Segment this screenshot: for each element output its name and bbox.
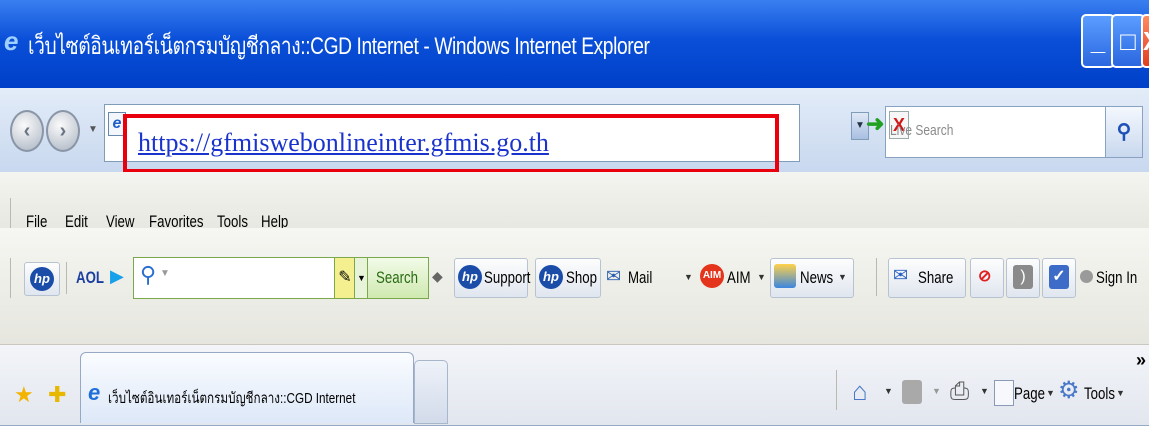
highlight-icon[interactable]: ✎	[334, 257, 356, 299]
checkmark-icon: ✓	[1049, 265, 1069, 289]
history-dropdown-icon[interactable]: ▼	[88, 124, 98, 135]
home-icon[interactable]: ⌂	[852, 376, 868, 407]
ie-tab-icon: e	[88, 380, 101, 405]
window-title: เว็บไซต์อินเทอร์เน็ตกรมบัญชีกลาง::CGD In…	[28, 33, 650, 60]
content-area	[0, 425, 1149, 446]
feeds-dropdown-icon[interactable]: ▼	[932, 386, 941, 396]
toolbar-grip	[10, 258, 11, 298]
news-icon	[774, 264, 796, 288]
separator	[876, 258, 877, 296]
forward-icon: ›	[59, 120, 67, 142]
new-tab-button[interactable]	[414, 360, 448, 424]
block-icon: ⊘	[978, 268, 992, 285]
back-icon: ‹	[23, 120, 31, 142]
hp-support-icon: hp	[458, 265, 482, 289]
hp-shop-icon: hp	[539, 265, 563, 289]
feeds-button[interactable]: )	[1006, 258, 1040, 298]
home-dropdown-icon[interactable]: ▼	[884, 386, 893, 396]
print-icon[interactable]: ⎙	[950, 378, 969, 406]
search-dropdown-icon[interactable]: ▼	[160, 268, 170, 279]
sign-in-link[interactable]: Sign In	[1096, 268, 1137, 288]
search-placeholder: Live Search	[890, 122, 954, 139]
go-icon[interactable]: ➜	[866, 111, 884, 137]
search-icon: ⚲	[140, 262, 157, 287]
checklist-button[interactable]: ✓	[1042, 258, 1076, 298]
separator	[66, 262, 67, 294]
separator	[836, 370, 837, 410]
share-label: Share	[918, 268, 954, 287]
status-dot-icon	[1080, 270, 1093, 283]
support-label: Support	[484, 268, 531, 287]
page-menu[interactable]: Page	[1014, 384, 1045, 404]
maximize-button[interactable]: □	[1111, 14, 1145, 68]
share-icon: ✉	[893, 265, 909, 285]
url-highlight-box	[123, 114, 779, 173]
mail-dropdown-icon[interactable]: ▼	[684, 272, 693, 282]
aol-label[interactable]: AOL	[76, 268, 104, 288]
block-button[interactable]: ⊘	[970, 258, 1004, 298]
news-label: News	[800, 268, 834, 287]
favorites-star-icon[interactable]: ★	[14, 382, 34, 408]
minimize-button[interactable]: _	[1081, 14, 1115, 68]
toolbar-divider-icon: ◆	[432, 268, 443, 284]
tools-menu[interactable]: Tools	[1084, 384, 1115, 404]
ie-icon: e	[4, 26, 19, 56]
page-dropdown-icon[interactable]: ▼	[1046, 388, 1055, 398]
hp-icon: hp	[30, 267, 54, 291]
back-button[interactable]: ‹	[10, 110, 44, 152]
feeds-icon[interactable]	[902, 380, 922, 404]
aim-icon: AIM	[700, 264, 724, 288]
hp-button[interactable]: hp	[24, 262, 60, 296]
mail-button[interactable]: Mail	[628, 268, 652, 288]
overflow-chevron[interactable]: »	[1136, 350, 1146, 371]
rss-icon: )	[1013, 265, 1033, 289]
tools-icon: ⚙	[1058, 377, 1080, 404]
tools-dropdown-icon[interactable]: ▼	[1116, 388, 1125, 398]
news-dropdown-icon[interactable]: ▼	[838, 272, 847, 282]
aim-button[interactable]: AIM	[727, 268, 751, 288]
print-dropdown-icon[interactable]: ▼	[980, 386, 989, 396]
search-icon[interactable]: ⚲	[1105, 106, 1143, 158]
close-button[interactable]: X	[1141, 14, 1149, 68]
mail-icon: ✉	[606, 266, 622, 286]
page-icon	[994, 380, 1014, 406]
aol-logo-icon: ▶	[110, 266, 124, 286]
aim-dropdown-icon[interactable]: ▼	[757, 272, 766, 282]
shop-label: Shop	[566, 268, 597, 287]
forward-button[interactable]: ›	[46, 110, 80, 152]
tab-title: เว็บไซต์อินเทอร์เน็ตกรมบัญชีกลาง::CGD In…	[108, 390, 356, 407]
aol-search-button-label: Search	[376, 268, 419, 287]
add-favorites-icon[interactable]: ✚	[48, 382, 66, 408]
